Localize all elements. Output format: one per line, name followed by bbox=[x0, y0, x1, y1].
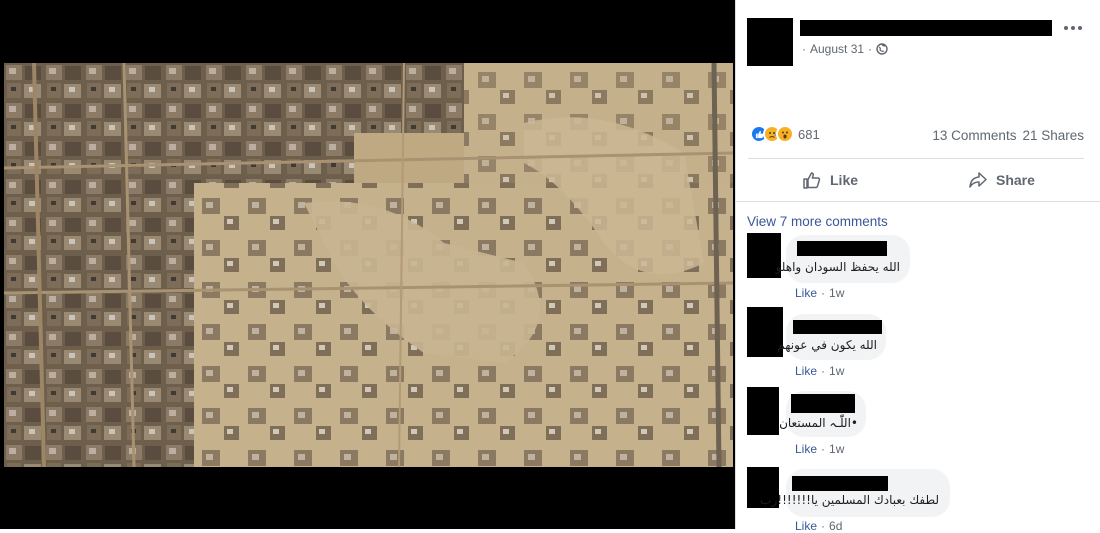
comment-meta: Like · 1w bbox=[795, 286, 844, 300]
more-dot-icon bbox=[1078, 26, 1082, 30]
meta-separator: · bbox=[821, 364, 826, 378]
comment-age[interactable]: 1w bbox=[829, 442, 844, 456]
post-date[interactable]: August 31 bbox=[810, 42, 864, 56]
comment-meta: Like · 1w bbox=[795, 364, 844, 378]
comments-count[interactable]: 13 Comments bbox=[932, 128, 1016, 143]
comment-text: الله يكون في عونهم bbox=[777, 338, 877, 352]
post-meta: · August 31 · bbox=[802, 42, 888, 56]
view-more-comments-link[interactable]: View 7 more comments bbox=[747, 214, 888, 229]
comment-age[interactable]: 6d bbox=[829, 519, 842, 533]
comment-like-link[interactable]: Like bbox=[795, 286, 817, 300]
comment-like-link[interactable]: Like bbox=[795, 364, 817, 378]
divider bbox=[736, 201, 1100, 202]
like-label: Like bbox=[830, 172, 859, 188]
meta-separator: · bbox=[868, 42, 873, 56]
engagement-stats: 13 Comments 21 Shares bbox=[932, 128, 1084, 143]
reactions-summary[interactable]: 681 bbox=[750, 125, 820, 143]
share-button[interactable]: Share bbox=[968, 168, 1035, 192]
author-name-redacted[interactable] bbox=[800, 20, 1052, 36]
meta-separator: · bbox=[821, 442, 826, 456]
post-options-button[interactable] bbox=[1060, 19, 1086, 37]
globe-icon[interactable] bbox=[876, 43, 888, 55]
more-dot-icon bbox=[1071, 26, 1075, 30]
comment-age[interactable]: 1w bbox=[829, 286, 844, 300]
comment-like-link[interactable]: Like bbox=[795, 442, 817, 456]
meta-separator: · bbox=[802, 42, 806, 56]
commenter-name-redacted[interactable] bbox=[792, 476, 888, 491]
commenter-name-redacted[interactable] bbox=[791, 394, 855, 413]
comment-text: •اللّٰـہ المستعان bbox=[779, 416, 858, 430]
commenter-avatar-redacted[interactable] bbox=[747, 387, 779, 435]
reactions-count[interactable]: 681 bbox=[798, 127, 820, 142]
comment-like-link[interactable]: Like bbox=[795, 519, 817, 533]
divider bbox=[748, 158, 1084, 159]
share-arrow-icon bbox=[969, 172, 987, 188]
comment-age[interactable]: 1w bbox=[829, 364, 844, 378]
photo-viewer bbox=[0, 0, 735, 529]
like-button[interactable]: Like bbox=[802, 168, 858, 192]
more-dot-icon bbox=[1064, 26, 1068, 30]
author-avatar-redacted[interactable] bbox=[747, 18, 793, 66]
post-photo-satellite-flood[interactable] bbox=[4, 63, 733, 467]
comment-meta: Like · 1w bbox=[795, 442, 844, 456]
wow-reaction-icon bbox=[776, 125, 794, 143]
satellite-image bbox=[4, 63, 733, 467]
commenter-name-redacted[interactable] bbox=[797, 241, 887, 256]
shares-count[interactable]: 21 Shares bbox=[1022, 128, 1084, 143]
comment-text: الله يحفظ السودان واهلو bbox=[775, 260, 900, 274]
meta-separator: · bbox=[821, 286, 826, 300]
commenter-name-redacted[interactable] bbox=[793, 320, 882, 334]
comment-meta: Like · 6d bbox=[795, 519, 842, 533]
comment-text: لطفك بعبادك المسلمين يا!!!!!!!رب bbox=[760, 493, 939, 507]
meta-separator: · bbox=[821, 519, 826, 533]
thumbs-up-icon bbox=[803, 172, 821, 189]
share-label: Share bbox=[996, 172, 1035, 188]
